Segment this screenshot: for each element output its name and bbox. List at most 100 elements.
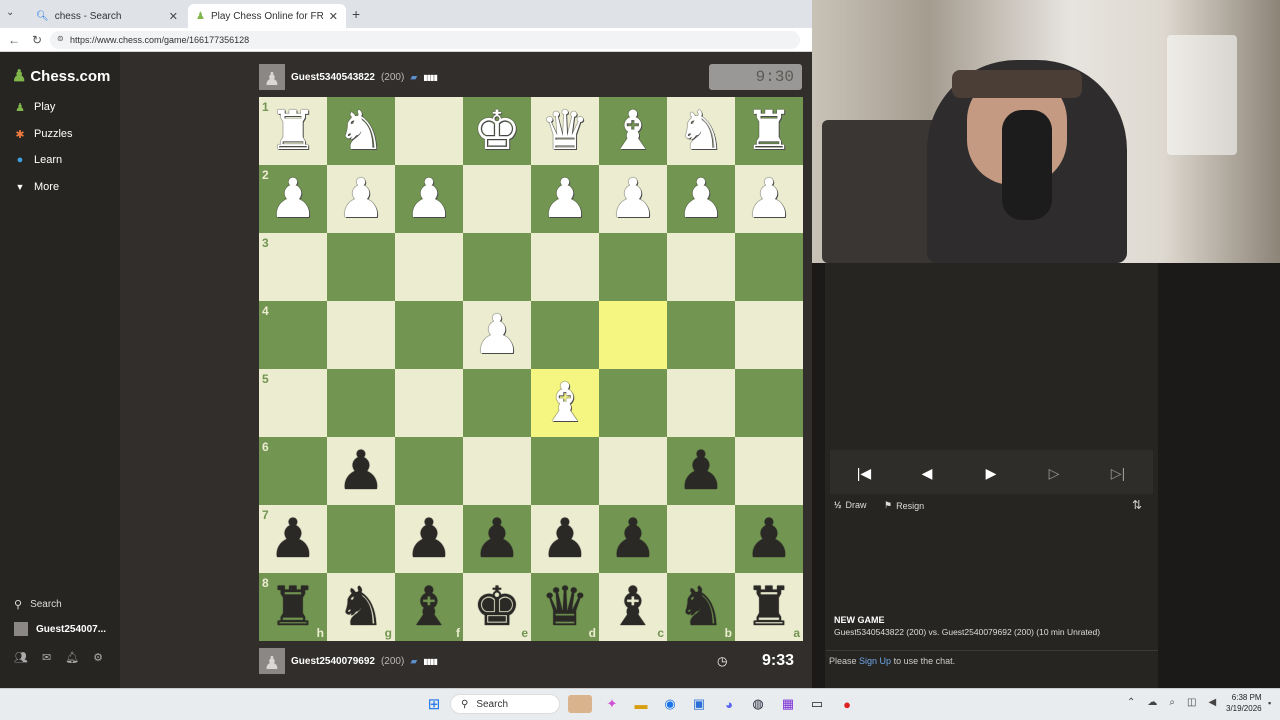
board-square-d2[interactable]: ♟	[531, 165, 599, 233]
white-bishop-icon[interactable]: ♝	[541, 376, 589, 430]
board-square-h3[interactable]: 3	[259, 233, 327, 301]
avatar[interactable]: ♟	[259, 64, 285, 90]
avatar[interactable]: ♟	[259, 648, 285, 674]
board-square-c7[interactable]: ♟	[599, 505, 667, 573]
white-rook-icon[interactable]: ♜	[269, 104, 317, 158]
board-square-e4[interactable]: ♟	[463, 301, 531, 369]
white-pawn-icon[interactable]: ♟	[745, 172, 793, 226]
board-square-e3[interactable]	[463, 233, 531, 301]
file-explorer-icon[interactable]: ▬	[631, 695, 651, 713]
chevron-up-icon[interactable]: ⌃	[1127, 697, 1135, 708]
board-square-d4[interactable]	[531, 301, 599, 369]
board-square-g8[interactable]: g ♞	[327, 573, 395, 641]
play-moves-button[interactable]: ▶	[965, 458, 1017, 488]
board-square-g3[interactable]	[327, 233, 395, 301]
board-square-f4[interactable]	[395, 301, 463, 369]
gear-icon[interactable]: ⚙	[93, 651, 103, 664]
black-king-icon[interactable]: ♚	[473, 580, 521, 634]
board-square-a3[interactable]	[735, 233, 803, 301]
white-rook-icon[interactable]: ♜	[745, 104, 793, 158]
copilot-icon[interactable]: ✦	[602, 695, 622, 713]
black-bishop-icon[interactable]: ♝	[609, 580, 657, 634]
first-move-button[interactable]: |◀	[838, 458, 890, 488]
black-pawn-icon[interactable]: ♟	[745, 512, 793, 566]
bottom-player-name[interactable]: Guest2540079692	[291, 656, 375, 667]
sidebar-item-more[interactable]: ▼ More	[14, 177, 60, 197]
close-tab-icon[interactable]: ✕	[329, 10, 338, 23]
clock-area[interactable]: 6:38 PM 3/19/2026	[1226, 692, 1262, 714]
board-square-b6[interactable]: ♟	[667, 437, 735, 505]
white-knight-icon[interactable]: ♞	[337, 104, 385, 158]
board-square-f1[interactable]	[395, 97, 463, 165]
white-knight-icon[interactable]: ♞	[677, 104, 725, 158]
board-square-a7[interactable]: ♟	[735, 505, 803, 573]
board-square-e5[interactable]	[463, 369, 531, 437]
board-square-b4[interactable]	[667, 301, 735, 369]
tab-search[interactable]: 🔍︎ chess - Search ✕	[28, 4, 186, 28]
sidebar-item-puzzles[interactable]: ✱ Puzzles	[14, 124, 72, 144]
board-square-d1[interactable]: ♛	[531, 97, 599, 165]
bell-icon[interactable]: 🔔︎	[65, 651, 79, 664]
obs-icon[interactable]: ●	[837, 695, 857, 713]
board-square-h6[interactable]: 6	[259, 437, 327, 505]
board-square-c1[interactable]: ♝	[599, 97, 667, 165]
white-pawn-icon[interactable]: ♟	[677, 172, 725, 226]
black-pawn-icon[interactable]: ♟	[405, 512, 453, 566]
store-icon[interactable]: ▣	[689, 695, 709, 713]
board-square-e1[interactable]: ♚	[463, 97, 531, 165]
steam-icon[interactable]: ◍	[748, 695, 768, 713]
tab-chess-game[interactable]: ♟ Play Chess Online for FREE - 2 Pla ✕	[188, 4, 346, 28]
white-queen-icon[interactable]: ♛	[541, 104, 589, 158]
board-square-c6[interactable]	[599, 437, 667, 505]
white-pawn-icon[interactable]: ♟	[269, 172, 317, 226]
site-info-icon[interactable]: ⊜	[57, 34, 64, 43]
sidebar-item-learn[interactable]: ● Learn	[14, 150, 62, 170]
black-rook-icon[interactable]: ♜	[745, 580, 793, 634]
board-square-d5[interactable]: ♝	[531, 369, 599, 437]
board-square-f2[interactable]: ♟	[395, 165, 463, 233]
board-square-e6[interactable]	[463, 437, 531, 505]
chess-board[interactable]: 1 ♜ ♞ ♚ ♛ ♝ ♞ ♜ 2 ♟ ♟ ♟ ♟ ♟ ♟ ♟ 3 4 ♟ 5 ♝ 6 ♟ ♟ 7 ♟ ♟ ♟ ♟ ♟ ♟ 8 h ♜ g ♞ f ♝ e ♚…	[259, 97, 803, 641]
board-square-a5[interactable]	[735, 369, 803, 437]
black-pawn-icon[interactable]: ♟	[541, 512, 589, 566]
black-pawn-icon[interactable]: ♟	[337, 444, 385, 498]
resign-button[interactable]: ⚑ Resign	[884, 500, 924, 511]
sidebar-user[interactable]: Guest254007...	[14, 620, 106, 638]
board-square-e2[interactable]	[463, 165, 531, 233]
board-square-g1[interactable]: ♞	[327, 97, 395, 165]
widget-icon[interactable]	[568, 695, 592, 713]
mail-icon[interactable]: ✉	[42, 651, 51, 664]
taskbar-search[interactable]: ⚲ Search	[450, 694, 560, 714]
board-square-h5[interactable]: 5	[259, 369, 327, 437]
board-square-e7[interactable]: ♟	[463, 505, 531, 573]
white-pawn-icon[interactable]: ♟	[337, 172, 385, 226]
friends-icon[interactable]: 👥︎	[14, 651, 28, 664]
white-pawn-icon[interactable]: ♟	[609, 172, 657, 226]
sign-up-link[interactable]: Sign Up	[859, 656, 891, 666]
white-pawn-icon[interactable]: ♟	[541, 172, 589, 226]
volume-icon[interactable]: ◀	[1208, 697, 1216, 708]
board-square-e8[interactable]: e ♚	[463, 573, 531, 641]
board-square-b3[interactable]	[667, 233, 735, 301]
back-icon[interactable]: ←	[8, 33, 20, 47]
terminal-icon[interactable]: ▭	[807, 695, 827, 713]
board-square-c2[interactable]: ♟	[599, 165, 667, 233]
black-rook-icon[interactable]: ♜	[269, 580, 317, 634]
board-square-h1[interactable]: 1 ♜	[259, 97, 327, 165]
network-icon[interactable]: ◫	[1187, 697, 1196, 708]
board-square-a6[interactable]	[735, 437, 803, 505]
discord-icon[interactable]: ◕	[719, 695, 739, 713]
chess-logo[interactable]: ♟ Chess.com	[12, 66, 110, 86]
board-square-d8[interactable]: d ♛	[531, 573, 599, 641]
black-bishop-icon[interactable]: ♝	[405, 580, 453, 634]
black-pawn-icon[interactable]: ♟	[473, 512, 521, 566]
board-square-g2[interactable]: ♟	[327, 165, 395, 233]
board-square-g4[interactable]	[327, 301, 395, 369]
board-square-h7[interactable]: 7 ♟	[259, 505, 327, 573]
board-square-h8[interactable]: 8 h ♜	[259, 573, 327, 641]
board-square-c3[interactable]	[599, 233, 667, 301]
new-tab-icon[interactable]: +	[352, 6, 360, 22]
top-player-name[interactable]: Guest5340543822	[291, 72, 375, 83]
board-square-f5[interactable]	[395, 369, 463, 437]
board-square-a1[interactable]: ♜	[735, 97, 803, 165]
